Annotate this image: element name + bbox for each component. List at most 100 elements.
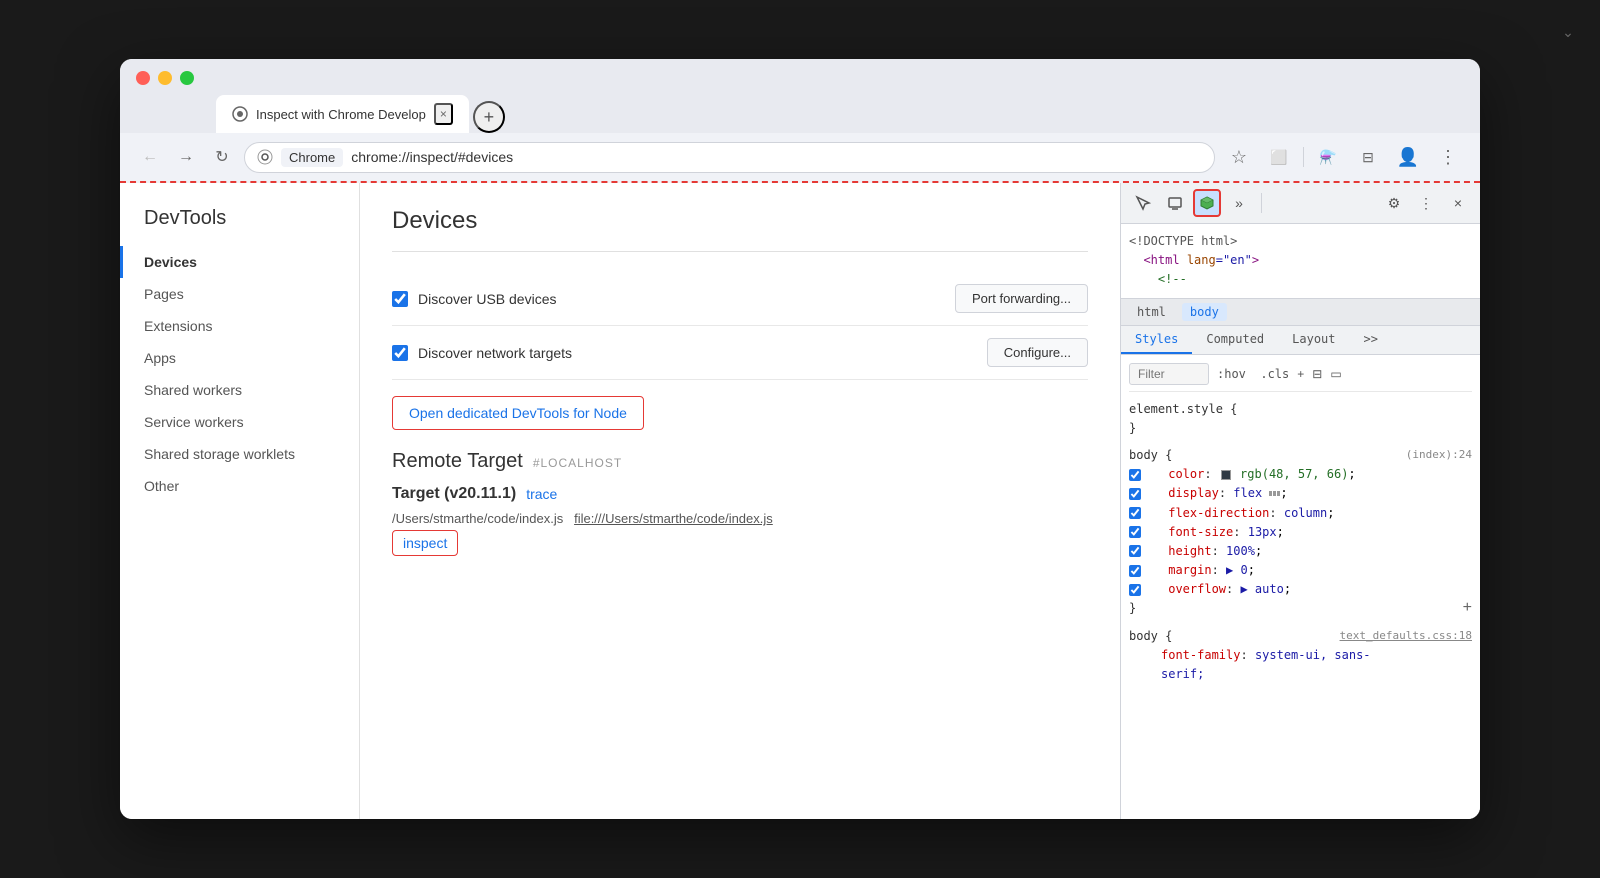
- sidebar-item-other[interactable]: Other: [120, 470, 359, 502]
- usb-option-label[interactable]: Discover USB devices: [392, 291, 955, 307]
- target-info: Target (v20.11.1) trace: [392, 485, 1088, 503]
- html-tag-line[interactable]: <html lang="en">: [1129, 251, 1472, 270]
- inspect-sidebar: DevTools Devices Pages Extensions Apps: [120, 183, 360, 819]
- usb-checkbox[interactable]: [392, 291, 408, 307]
- styles-panel: :hov .cls + ⊟ ▭ element.style { } body {…: [1121, 355, 1480, 819]
- content-title: Devices: [392, 207, 1088, 252]
- usb-option-row: Discover USB devices Port forwarding...: [392, 272, 1088, 326]
- nav-separator: [1303, 147, 1304, 167]
- configure-button[interactable]: Configure...: [987, 338, 1088, 367]
- address-bar[interactable]: Chrome chrome://inspect/#devices: [244, 142, 1215, 173]
- target-hash: #LOCALHOST: [533, 456, 622, 470]
- profile-button[interactable]: 👤: [1392, 141, 1424, 173]
- network-checkbox[interactable]: [392, 345, 408, 361]
- devtools-close-button[interactable]: ×: [1444, 189, 1472, 217]
- margin-checkbox[interactable]: [1129, 565, 1141, 577]
- chrome-badge: Chrome: [281, 148, 343, 167]
- more-icon: ⋮: [1419, 195, 1433, 212]
- main-area: DevTools Devices Pages Extensions Apps: [120, 183, 1480, 819]
- element-selector-button[interactable]: [1129, 189, 1157, 217]
- computed-button[interactable]: ▭: [1330, 367, 1341, 381]
- target-path-text: /Users/stmarthe/code/index.js: [392, 511, 563, 526]
- more-tools-button[interactable]: »: [1225, 189, 1253, 217]
- sidebar-header: DevTools: [120, 207, 359, 246]
- browser-window: Inspect with Chrome Develop × + ⌄ ← → ↻ …: [120, 59, 1480, 819]
- sidebar-item-pages[interactable]: Pages: [120, 278, 359, 310]
- devtools-toolbar: » ⚙ ⋮ ×: [1121, 183, 1480, 224]
- reload-button[interactable]: ↻: [208, 143, 236, 171]
- bookmark-button[interactable]: ☆: [1223, 141, 1255, 173]
- tab-styles[interactable]: Styles: [1121, 326, 1192, 354]
- sidebar-item-shared-workers[interactable]: Shared workers: [120, 374, 359, 406]
- flex-icon: [1269, 491, 1280, 496]
- flex-direction-checkbox[interactable]: [1129, 507, 1141, 519]
- menu-button[interactable]: ⋮: [1432, 141, 1464, 173]
- tab-more-styles[interactable]: >>: [1350, 326, 1392, 354]
- 3d-view-button[interactable]: [1193, 189, 1221, 217]
- sidebar-item-shared-storage[interactable]: Shared storage worklets: [120, 438, 359, 470]
- target-path-row: /Users/stmarthe/code/index.js file:///Us…: [392, 511, 1088, 526]
- close-button[interactable]: [136, 71, 150, 85]
- back-button[interactable]: ←: [136, 143, 164, 171]
- sidebar-item-apps[interactable]: Apps: [120, 342, 359, 374]
- html-breadcrumb[interactable]: html: [1129, 303, 1174, 321]
- target-name: Target (v20.11.1): [392, 485, 516, 503]
- sidebar-item-devices[interactable]: Devices: [120, 246, 359, 278]
- devtools-node-link[interactable]: Open dedicated DevTools for Node: [392, 396, 644, 430]
- extension-button[interactable]: ⬜: [1263, 141, 1295, 173]
- port-forwarding-button[interactable]: Port forwarding...: [955, 284, 1088, 313]
- device-toolbar-button[interactable]: [1161, 189, 1189, 217]
- tab-layout[interactable]: Layout: [1278, 326, 1349, 354]
- forward-button[interactable]: →: [172, 143, 200, 171]
- dom-breadcrumb: html body: [1121, 299, 1480, 326]
- sidebar-item-service-workers[interactable]: Service workers: [120, 406, 359, 438]
- tab-bar: Inspect with Chrome Develop × + ⌄: [216, 95, 1464, 133]
- color-swatch: [1221, 470, 1231, 480]
- sidebar-nav: Devices Pages Extensions Apps Shared wor: [120, 246, 359, 502]
- split-button[interactable]: ⊟: [1352, 141, 1384, 173]
- tab-close-button[interactable]: ×: [434, 103, 453, 125]
- filter-pseudo: :hov .cls: [1217, 367, 1289, 381]
- style-action-button[interactable]: ⊟: [1312, 367, 1322, 381]
- height-checkbox[interactable]: [1129, 545, 1141, 557]
- network-option-label[interactable]: Discover network targets: [392, 345, 987, 361]
- devtools-node-container: Open dedicated DevTools for Node: [392, 396, 1088, 430]
- filter-input[interactable]: [1129, 363, 1209, 385]
- devtools-dom: <!DOCTYPE html> <html lang="en"> <!--: [1121, 224, 1480, 299]
- remote-target-section: Remote Target #LOCALHOST Target (v20.11.…: [392, 450, 1088, 556]
- display-prop-checkbox[interactable]: [1129, 488, 1141, 500]
- minimize-button[interactable]: [158, 71, 172, 85]
- target-trace-link[interactable]: trace: [526, 486, 557, 502]
- body-breadcrumb[interactable]: body: [1182, 303, 1227, 321]
- remote-target-header: Remote Target #LOCALHOST: [392, 450, 1088, 473]
- sidebar-item-extensions[interactable]: Extensions: [120, 310, 359, 342]
- body-rule-1: body { (index):24 color: rgb(48, 57, 66)…: [1129, 446, 1472, 619]
- close-icon: ×: [1454, 195, 1462, 211]
- body-rule-2: body { text_defaults.css:18 font-family:…: [1129, 627, 1472, 685]
- overflow-checkbox[interactable]: [1129, 584, 1141, 596]
- style-location-2[interactable]: text_defaults.css:18: [1340, 627, 1472, 645]
- color-prop-checkbox[interactable]: [1129, 469, 1141, 481]
- nav-bar: ← → ↻ Chrome chrome://inspect/#devices ☆…: [120, 133, 1480, 183]
- title-bar: Inspect with Chrome Develop × + ⌄: [120, 59, 1480, 133]
- nav-actions: ☆ ⬜ ⚗️ ⊟ 👤 ⋮: [1223, 141, 1464, 173]
- network-option-row: Discover network targets Configure...: [392, 326, 1088, 380]
- new-tab-button[interactable]: +: [473, 101, 505, 133]
- active-tab[interactable]: Inspect with Chrome Develop ×: [216, 95, 469, 133]
- inspect-page: DevTools Devices Pages Extensions Apps: [120, 183, 1120, 819]
- window-controls: [136, 71, 1464, 85]
- add-class-button[interactable]: +: [1297, 367, 1304, 381]
- target-file-link[interactable]: file:///Users/stmarthe/code/index.js: [574, 511, 773, 526]
- font-size-checkbox[interactable]: [1129, 526, 1141, 538]
- chrome-logo-icon: [257, 149, 273, 165]
- tab-computed[interactable]: Computed: [1192, 326, 1278, 354]
- lab-button[interactable]: ⚗️: [1312, 141, 1344, 173]
- devtools-more-button[interactable]: ⋮: [1412, 189, 1440, 217]
- remote-target-title: Remote Target: [392, 450, 523, 473]
- devtools-settings-button[interactable]: ⚙: [1380, 189, 1408, 217]
- maximize-button[interactable]: [180, 71, 194, 85]
- filter-bar: :hov .cls + ⊟ ▭: [1129, 363, 1472, 392]
- inspect-layout: DevTools Devices Pages Extensions Apps: [120, 183, 1120, 819]
- add-style-button[interactable]: +: [1463, 599, 1472, 617]
- inspect-link[interactable]: inspect: [392, 530, 458, 556]
